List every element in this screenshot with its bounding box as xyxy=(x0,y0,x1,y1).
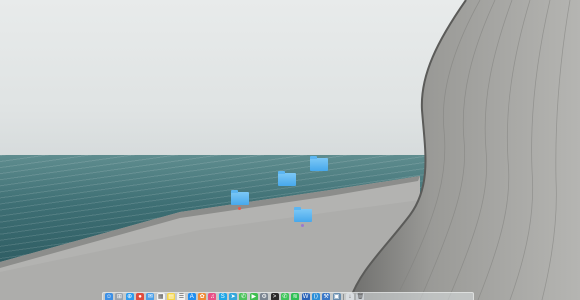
tag-purple-icon xyxy=(301,223,304,227)
whatsapp-icon[interactable]: ✆ xyxy=(280,293,289,300)
facetime-icon[interactable]: ▶ xyxy=(249,293,258,300)
folder-icon xyxy=(278,171,296,186)
folder-icon xyxy=(310,156,328,171)
skype-icon[interactable]: S xyxy=(218,293,227,300)
desktop[interactable]: ☺ ⊞ ⊕ ● ✉ ▦ ▤ ☰ A ✿ ♫ S ➤ ✆ ▶ ⚙ > ✆ ≋ W ⟨⟩ ⚒ ▣ ↓ 🗑 xyxy=(0,0,580,300)
word-icon[interactable]: W xyxy=(301,293,310,300)
desktop-folder-1[interactable] xyxy=(218,190,262,210)
mail-icon[interactable]: ✉ xyxy=(146,293,155,300)
dock: ☺ ⊞ ⊕ ● ✉ ▦ ▤ ☰ A ✿ ♫ S ➤ ✆ ▶ ⚙ > ✆ ≋ W ⟨⟩ ⚒ ▣ ↓ 🗑 xyxy=(102,292,474,300)
folder-icon xyxy=(294,207,312,222)
photos-icon[interactable]: ✿ xyxy=(198,293,207,300)
finder-icon[interactable]: ☺ xyxy=(105,293,113,300)
desktop-folder-3[interactable] xyxy=(297,156,341,172)
system-preferences-icon[interactable]: ⚙ xyxy=(260,293,269,300)
spotify-icon[interactable]: ≋ xyxy=(291,293,300,300)
messages-icon[interactable]: ✆ xyxy=(239,293,248,300)
dock-separator xyxy=(342,293,344,300)
desktop-folder-4[interactable] xyxy=(281,207,325,227)
folder-icon xyxy=(231,190,249,205)
calendar-icon[interactable]: ▦ xyxy=(156,293,165,300)
safari-icon[interactable]: ⊕ xyxy=(125,293,134,300)
preview-icon[interactable]: ▣ xyxy=(332,293,341,300)
desktop-folder-2[interactable] xyxy=(265,171,309,187)
launchpad-icon[interactable]: ⊞ xyxy=(115,293,124,300)
reminders-icon[interactable]: ☰ xyxy=(177,293,186,300)
app-store-icon[interactable]: A xyxy=(187,293,196,300)
wallpaper-seawall xyxy=(349,0,580,300)
trash-icon[interactable]: 🗑 xyxy=(356,293,365,300)
itunes-icon[interactable]: ♫ xyxy=(208,293,217,300)
vscode-icon[interactable]: ⟨⟩ xyxy=(311,293,320,300)
telegram-icon[interactable]: ➤ xyxy=(229,293,238,300)
notes-icon[interactable]: ▤ xyxy=(167,293,176,300)
chrome-icon[interactable]: ● xyxy=(136,293,145,300)
terminal-icon[interactable]: > xyxy=(270,293,279,300)
tag-red-icon xyxy=(238,206,241,210)
xcode-icon[interactable]: ⚒ xyxy=(322,293,331,300)
downloads-icon[interactable]: ↓ xyxy=(345,293,354,300)
